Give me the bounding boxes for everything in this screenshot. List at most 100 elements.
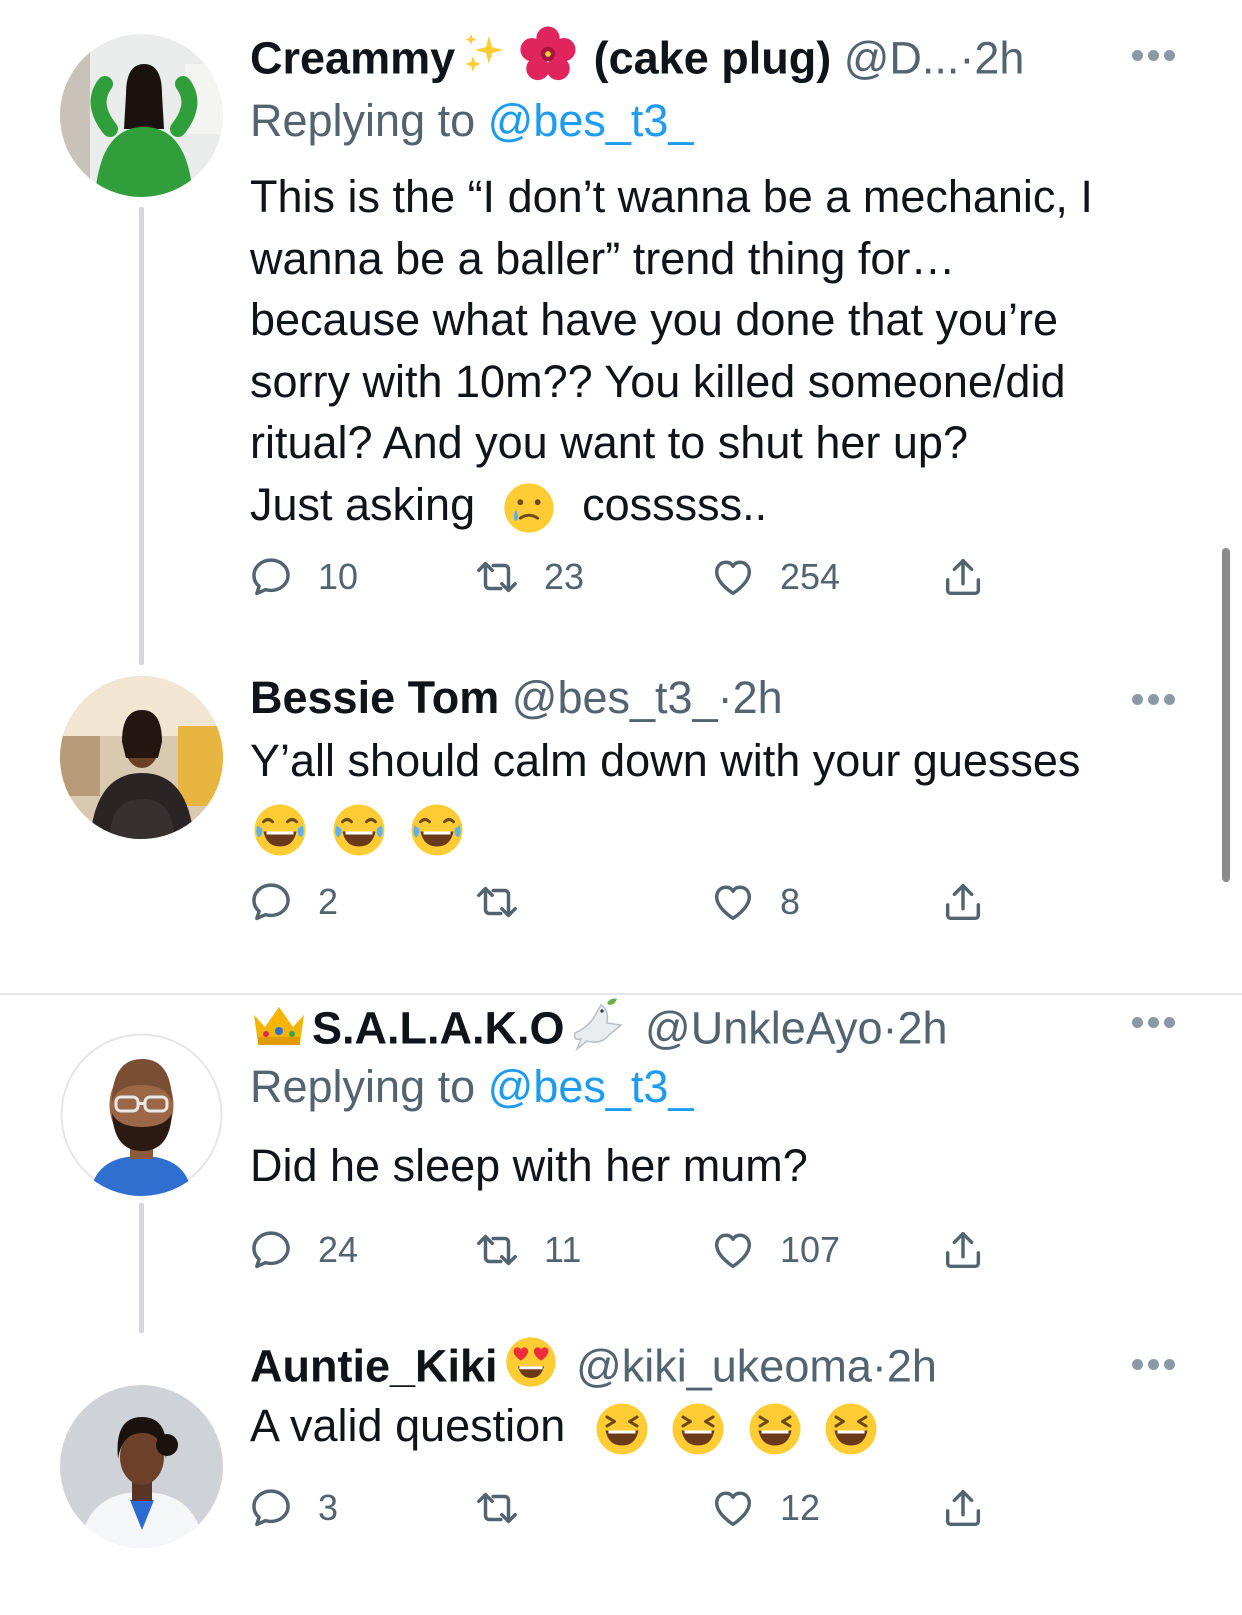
retweet-button[interactable] bbox=[474, 876, 544, 928]
heart-icon bbox=[710, 879, 756, 925]
timestamp[interactable]: 2h bbox=[887, 1340, 937, 1391]
share-icon bbox=[940, 1227, 986, 1273]
user-handle[interactable]: @UnkleAyo bbox=[645, 1002, 882, 1053]
replying-to-handle[interactable]: @bes_t3_ bbox=[488, 95, 694, 146]
grinning-squint-icon bbox=[592, 1399, 652, 1459]
share-button[interactable] bbox=[940, 1482, 986, 1534]
retweet-icon bbox=[474, 1227, 520, 1273]
share-icon bbox=[940, 1485, 986, 1531]
tweet-creammy[interactable]: Creammy (cake plug) @D...·2h Replying to… bbox=[0, 0, 1242, 665]
separator: · bbox=[882, 1002, 898, 1054]
replying-to: Replying to @bes_t3_ bbox=[250, 1057, 693, 1117]
avatar[interactable] bbox=[60, 1385, 223, 1548]
more-options-icon[interactable] bbox=[1132, 1359, 1176, 1371]
scrollbar[interactable] bbox=[1222, 548, 1230, 882]
heart-icon bbox=[710, 554, 756, 600]
like-button[interactable]: 107 bbox=[710, 1224, 840, 1276]
retweet-count: 11 bbox=[544, 1229, 582, 1270]
reply-count: 2 bbox=[318, 881, 339, 922]
like-count: 8 bbox=[780, 881, 801, 922]
reply-count: 3 bbox=[318, 1487, 339, 1528]
share-button[interactable] bbox=[940, 551, 986, 603]
tweet-header: Bessie Tom @bes_t3_·2h bbox=[250, 668, 1162, 728]
replying-to-handle[interactable]: @bes_t3_ bbox=[488, 1061, 694, 1112]
heart-icon bbox=[710, 1485, 756, 1531]
display-name[interactable]: Auntie_Kiki bbox=[250, 1340, 498, 1391]
tweet-text-line: A valid question bbox=[250, 1395, 1150, 1459]
tweet-text-segment: Just asking bbox=[250, 478, 476, 530]
sparkles-icon bbox=[459, 30, 511, 93]
reply-button[interactable]: 2 bbox=[248, 876, 338, 928]
like-count: 107 bbox=[780, 1229, 841, 1270]
tweet-auntie-kiki[interactable]: Auntie_Kiki @kiki_ukeoma·2h A valid ques… bbox=[0, 1345, 1242, 1615]
avatar[interactable] bbox=[60, 676, 223, 839]
thread-line bbox=[139, 1203, 144, 1333]
retweet-button[interactable] bbox=[474, 1482, 544, 1534]
user-handle[interactable]: @kiki_ukeoma bbox=[576, 1340, 872, 1391]
heart-icon bbox=[710, 1227, 756, 1273]
reply-icon bbox=[248, 879, 294, 925]
user-handle[interactable]: @D... bbox=[844, 32, 960, 83]
separator: · bbox=[871, 1340, 887, 1392]
tweet-text-line: Did he sleep with her mum? bbox=[250, 1140, 808, 1191]
reply-icon bbox=[248, 1227, 294, 1273]
tweet-text: Y’all should calm down with your guesses bbox=[250, 730, 1150, 860]
tweet-text-line: sorry with 10m?? You killed someone/did bbox=[250, 355, 1066, 407]
tweet-text-line: because what have you done that you’re bbox=[250, 294, 1059, 345]
laughing-tears-icon bbox=[407, 800, 467, 860]
grinning-squint-icon bbox=[745, 1399, 805, 1459]
retweet-button[interactable]: 23 bbox=[474, 551, 584, 603]
grinning-squint-icon bbox=[821, 1399, 881, 1459]
share-icon bbox=[940, 879, 986, 925]
more-options-icon[interactable] bbox=[1132, 50, 1176, 62]
more-options-icon[interactable] bbox=[1132, 1017, 1176, 1029]
reply-button[interactable]: 3 bbox=[248, 1482, 338, 1534]
tweet-text-line: wanna be a baller” trend thing for… bbox=[250, 232, 956, 284]
reply-icon bbox=[248, 1485, 294, 1531]
replying-to: Replying to @bes_t3_ bbox=[250, 91, 693, 151]
tweet-text: Did he sleep with her mum? bbox=[250, 1135, 1150, 1197]
retweet-icon bbox=[474, 554, 520, 600]
emoji-row bbox=[250, 796, 1150, 860]
reply-button[interactable]: 24 bbox=[248, 1224, 358, 1276]
timestamp[interactable]: 2h bbox=[898, 1002, 948, 1053]
crown-icon bbox=[250, 1001, 308, 1062]
hibiscus-icon bbox=[519, 25, 577, 98]
display-name[interactable]: Creammy bbox=[250, 32, 455, 83]
avatar[interactable] bbox=[60, 1033, 223, 1196]
like-button[interactable]: 254 bbox=[710, 551, 840, 603]
tweet-text-line: ritual? And you want to shut her up? bbox=[250, 417, 968, 468]
timestamp[interactable]: 2h bbox=[733, 672, 783, 723]
tweet-text-segment: A valid question bbox=[250, 1400, 566, 1451]
reply-count: 10 bbox=[318, 556, 359, 597]
tweet-text-line: Just asking cosssss.. bbox=[250, 474, 1150, 537]
timestamp[interactable]: 2h bbox=[974, 32, 1024, 83]
display-name[interactable]: S.A.L.A.K.O bbox=[312, 1002, 565, 1053]
reply-count: 24 bbox=[318, 1229, 359, 1270]
reply-icon bbox=[248, 554, 294, 600]
retweet-count: 23 bbox=[544, 556, 585, 597]
like-button[interactable]: 8 bbox=[710, 876, 800, 928]
like-count: 254 bbox=[780, 556, 841, 597]
tweet-text-line: Y’all should calm down with your guesses bbox=[250, 735, 1081, 786]
user-handle[interactable]: @bes_t3_ bbox=[512, 672, 718, 723]
tweet-text: A valid question bbox=[250, 1395, 1150, 1459]
like-button[interactable]: 12 bbox=[710, 1482, 820, 1534]
separator: · bbox=[717, 672, 733, 723]
display-name-suffix[interactable]: (cake plug) bbox=[594, 32, 832, 83]
thread-line bbox=[139, 207, 144, 665]
tweet-bessie-tom[interactable]: Bessie Tom @bes_t3_·2h Y’all should calm… bbox=[0, 650, 1242, 968]
laughing-tears-icon bbox=[329, 800, 389, 860]
display-name[interactable]: Bessie Tom bbox=[250, 672, 499, 723]
reply-button[interactable]: 10 bbox=[248, 551, 358, 603]
retweet-button[interactable]: 11 bbox=[474, 1224, 581, 1276]
avatar[interactable] bbox=[60, 34, 223, 197]
share-icon bbox=[940, 554, 986, 600]
retweet-icon bbox=[474, 1485, 520, 1531]
share-button[interactable] bbox=[940, 1224, 986, 1276]
laughing-tears-icon bbox=[250, 800, 310, 860]
more-options-icon[interactable] bbox=[1132, 694, 1176, 706]
tweet-salako[interactable]: S.A.L.A.K.O @UnkleAyo·2h Replying to @be… bbox=[0, 995, 1242, 1340]
crying-face-icon bbox=[500, 479, 558, 537]
share-button[interactable] bbox=[940, 876, 986, 928]
